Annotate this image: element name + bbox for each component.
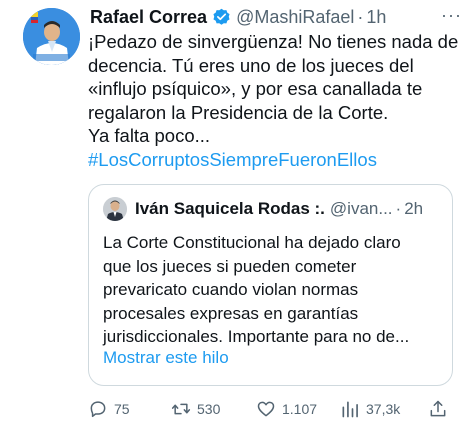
author-handle[interactable]: @MashiRafael: [236, 7, 354, 28]
views-count: 37,3k: [366, 401, 401, 417]
reply-icon: [90, 401, 106, 418]
like-icon: [257, 401, 275, 417]
retweet-count: 530: [197, 401, 221, 417]
separator-dot: ·: [357, 6, 364, 27]
quoted-tweet-header: Iván Saquicela Rodas :. @ivan... · 2h: [135, 197, 440, 221]
share-button[interactable]: [428, 396, 454, 422]
quoted-separator-dot: ·: [395, 199, 402, 218]
tweet-actions: 75 530 1.107 37,3k: [88, 396, 458, 422]
author-avatar[interactable]: [23, 8, 80, 65]
tweet-timestamp[interactable]: 1h: [366, 7, 386, 28]
like-count: 1.107: [282, 401, 318, 417]
show-thread-link[interactable]: Mostrar este hilo: [103, 348, 229, 368]
retweet-icon: [171, 403, 191, 415]
quoted-author-name[interactable]: Iván Saquicela Rodas :.: [135, 199, 325, 219]
quoted-text-line: jurisdiccionales. Importante para no de.…: [103, 327, 410, 346]
verified-badge-icon: [213, 8, 230, 25]
quoted-tweet[interactable]: Iván Saquicela Rodas :. @ivan... · 2h La…: [88, 184, 453, 386]
tweet-text-line: «influjo psíquico», y por esa canallada …: [88, 78, 423, 99]
avatar-image: [23, 8, 80, 65]
reply-count: 75: [114, 401, 130, 417]
quoted-author-handle[interactable]: @ivan...: [330, 199, 393, 219]
author-name[interactable]: Rafael Correa: [90, 7, 207, 28]
tweet-text-line: regalaron la Presidencia de la Corte.: [88, 101, 389, 123]
retweet-button[interactable]: 530: [171, 396, 220, 422]
like-button[interactable]: 1.107: [256, 396, 317, 422]
tweet-text-line: Ya falta poco...: [88, 125, 211, 146]
quoted-author-avatar[interactable]: [103, 197, 127, 221]
views-button[interactable]: 37,3k: [340, 396, 400, 422]
quoted-text-line: prevaricato cuando violan normas: [103, 280, 359, 299]
quoted-text-line: La Corte Constitucional ha dejado claro: [103, 233, 401, 252]
tweet-text-line: decencia. Tú eres uno de los jueces del: [88, 54, 414, 76]
tweet-text-line: ¡Pedazo de sinvergüenza! No tienes nada …: [88, 31, 459, 52]
share-icon: [430, 400, 446, 417]
quoted-timestamp[interactable]: 2h: [404, 199, 423, 219]
reply-button[interactable]: 75: [88, 396, 130, 422]
quoted-text-line: que los jueces si pueden cometer: [103, 256, 357, 276]
quoted-text-line: procesales expresas en garantías: [103, 303, 359, 323]
tweet-header: Rafael Correa @MashiRafael · 1h: [90, 5, 464, 29]
hashtag-link[interactable]: #LosCorruptosSiempreFueronEllos: [88, 148, 468, 172]
quoted-avatar-image: [103, 197, 127, 221]
more-icon[interactable]: ···: [441, 5, 462, 26]
tweet: Rafael Correa @MashiRafael · 1h ··· ¡Ped…: [0, 0, 474, 435]
views-icon: [342, 401, 358, 418]
quoted-tweet-text: La Corte Constitucional ha dejado claro …: [103, 231, 443, 349]
tweet-text: ¡Pedazo de sinvergüenza! No tienes nada …: [88, 30, 468, 171]
